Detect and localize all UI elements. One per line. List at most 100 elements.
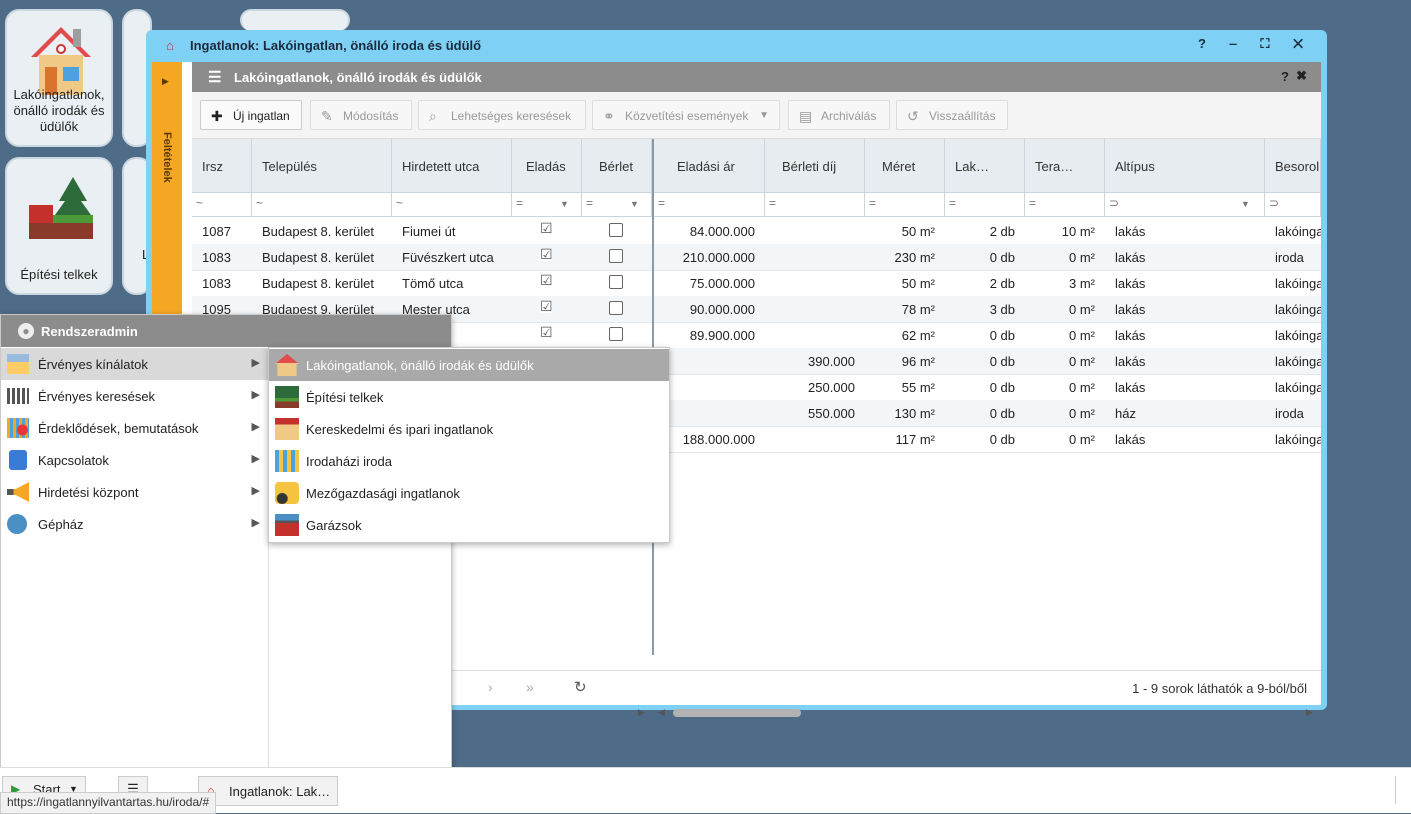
new-property-button[interactable]: ✚ Új ingatlan xyxy=(200,100,302,130)
scroll-left-icon[interactable]: ◀ xyxy=(658,707,665,718)
filter-lak[interactable]: = xyxy=(945,193,1025,217)
menu-item-kapcsolatok[interactable]: Kapcsolatok ▶ xyxy=(1,444,268,476)
checkbox-checked[interactable]: ☑ xyxy=(540,221,553,235)
filter-besorol[interactable]: ⊃ xyxy=(1265,193,1321,217)
filter-utca[interactable]: ~ xyxy=(392,193,512,217)
edit-button[interactable]: ✎ Módosítás xyxy=(310,100,412,130)
handshake-icon: ⚭ xyxy=(603,108,615,124)
table-cell-altipus: lakás xyxy=(1115,276,1146,291)
table-cell-meret: 62 m² xyxy=(901,328,935,343)
desktop-icon-epitesi-telkek[interactable]: Építési telkek xyxy=(5,157,113,295)
submenu-item-garazsok[interactable]: Garázsok xyxy=(269,509,669,541)
brokerage-events-button[interactable]: ⚭ Közvetítési események ▼ xyxy=(592,100,780,130)
chevron-right-icon: ▶ xyxy=(251,421,260,433)
table-cell-tera: 0 m² xyxy=(1069,432,1095,447)
menu-item-ervenyes-keresesek[interactable]: Érvényes keresések ▶ xyxy=(1,380,268,412)
desktop-icon-lakoingatlanok[interactable]: Lakóingatlanok, önálló irodák és üdülők xyxy=(5,9,113,147)
archive-button[interactable]: ▤ Archiválás xyxy=(788,100,890,130)
tools-icon[interactable]: ✖ xyxy=(1296,68,1307,84)
filter-eladasi-ar[interactable]: = xyxy=(654,193,765,217)
table-row[interactable]: 1087 Budapest 8. kerület Fiumei út 84.000.0… xyxy=(192,218,1321,245)
column-header-altipus[interactable]: Altípus xyxy=(1105,139,1265,193)
menu-item-gephaz[interactable]: Gépház ▶ xyxy=(1,508,268,540)
last-page-icon[interactable]: » xyxy=(526,679,534,695)
help-icon[interactable]: ? xyxy=(1281,69,1289,84)
filter-symbol: = xyxy=(1029,196,1037,210)
column-header-eladas[interactable]: Eladás xyxy=(512,139,582,193)
filter-telepules[interactable]: ~ xyxy=(252,193,392,217)
submenu-item-label: Kereskedelmi és ipari ingatlanok xyxy=(306,422,494,437)
horizontal-scrollbar-thumb[interactable] xyxy=(673,709,801,717)
header-label: Település xyxy=(262,159,317,174)
column-header-meret[interactable]: Méret xyxy=(865,139,945,193)
checkbox-checked[interactable]: ☑ xyxy=(540,325,553,339)
submenu-item-mezogazdasagi[interactable]: Mezőgazdasági ingatlanok xyxy=(269,477,669,509)
refresh-icon[interactable]: ↻ xyxy=(574,678,587,696)
filter-tera[interactable]: = xyxy=(1025,193,1105,217)
chevron-right-icon: ▶ xyxy=(251,517,260,529)
chevron-down-icon: ▼ xyxy=(759,110,769,121)
column-header-berlet[interactable]: Bérlet xyxy=(582,139,652,193)
table-cell-lak: 0 db xyxy=(989,328,1015,343)
window-controls[interactable]: ? ‒ ⛶ ✕ xyxy=(1198,36,1313,52)
submenu-item-lakoingatlanok[interactable]: Lakóingatlanok, önálló irodák és üdülők xyxy=(269,349,669,381)
table-cell-tera: 3 m² xyxy=(1069,276,1095,291)
table-cell-besorol: iroda xyxy=(1275,250,1304,265)
table-cell-meret: 78 m² xyxy=(901,302,935,317)
column-header-tera[interactable]: Tera… xyxy=(1025,139,1105,193)
possible-searches-button[interactable]: ⌕ Lehetséges keresések xyxy=(418,100,586,130)
search-icon: ⌕ xyxy=(429,108,437,124)
menu-item-hirdetesi-kozpont[interactable]: Hirdetési központ ▶ xyxy=(1,476,268,508)
checkbox-checked[interactable]: ☑ xyxy=(540,247,553,261)
office-building-icon xyxy=(275,450,299,472)
scroll-right-icon[interactable]: ▶ xyxy=(638,707,645,718)
column-header-utca[interactable]: Hirdetett utca xyxy=(392,139,512,193)
column-header-eladasi-ar[interactable]: Eladási ár xyxy=(654,139,765,193)
submenu-item-label: Mezőgazdasági ingatlanok xyxy=(306,486,460,501)
table-cell-lak: 2 db xyxy=(989,224,1015,239)
submenu-item-label: Irodaházi iroda xyxy=(306,454,392,469)
factory-icon xyxy=(275,418,299,440)
checkbox-unchecked[interactable] xyxy=(609,223,623,237)
menu-item-erdeklodesek[interactable]: Érdeklődések, bemutatások ▶ xyxy=(1,412,268,444)
column-header-besorol[interactable]: Besorol xyxy=(1265,139,1321,193)
table-cell-tera: 0 m² xyxy=(1069,302,1095,317)
table-cell-meret: 96 m² xyxy=(901,354,935,369)
scroll-right-icon[interactable]: ▶ xyxy=(1306,707,1313,718)
filter-berleti-dij[interactable]: = xyxy=(765,193,865,217)
submenu-item-epitesi-telkek[interactable]: Építési telkek xyxy=(269,381,669,413)
checkbox-checked[interactable]: ☑ xyxy=(540,299,553,313)
checkbox-unchecked[interactable] xyxy=(609,301,623,315)
filter-berlet[interactable]: = ▼ xyxy=(582,193,652,217)
filter-altipus[interactable]: ⊃ ▼ xyxy=(1105,193,1265,217)
chevron-down-icon: ▼ xyxy=(560,199,569,209)
column-header-telepules[interactable]: Település xyxy=(252,139,392,193)
column-header-lak[interactable]: Lak… xyxy=(945,139,1025,193)
filter-irsz[interactable]: ~ xyxy=(192,193,252,217)
chevron-right-icon: ▶ xyxy=(251,389,260,401)
checkbox-unchecked[interactable] xyxy=(609,275,623,289)
checkbox-unchecked[interactable] xyxy=(609,327,623,341)
menu-item-label: Hirdetési központ xyxy=(38,485,139,500)
checkbox-unchecked[interactable] xyxy=(609,249,623,263)
column-header-berleti-dij[interactable]: Bérleti díj xyxy=(765,139,865,193)
table-cell-altipus: lakás xyxy=(1115,354,1146,369)
filter-symbol: ~ xyxy=(396,196,404,210)
column-header-irsz[interactable]: Irsz xyxy=(192,139,252,193)
checkbox-checked[interactable]: ☑ xyxy=(540,273,553,287)
next-page-icon[interactable]: › xyxy=(488,679,493,695)
desktop-icon-partial[interactable] xyxy=(240,9,350,31)
table-row[interactable]: 1083 Budapest 8. kerület Tömő utca 75.000.0… xyxy=(192,270,1321,297)
conditions-tab-label: Feltételek xyxy=(161,132,173,183)
table-cell-utca: Fiumei út xyxy=(402,224,456,239)
filter-symbol: = xyxy=(769,196,777,210)
submenu-item-kereskedelmi[interactable]: Kereskedelmi és ipari ingatlanok xyxy=(269,413,669,445)
submenu-item-irodahazi[interactable]: Irodaházi iroda xyxy=(269,445,669,477)
filter-eladas[interactable]: = ▼ xyxy=(512,193,582,217)
restore-label: Visszaállítás xyxy=(929,109,996,123)
table-row[interactable]: 1083 Budapest 8. kerület Füvészkert utca 21… xyxy=(192,244,1321,271)
menu-item-ervenyes-kinalatok[interactable]: Érvényes kínálatok ▶ xyxy=(1,348,268,380)
taskbar-window-button[interactable]: ⌂ Ingatlanok: Lak… xyxy=(198,776,338,806)
restore-button[interactable]: ↺ Visszaállítás xyxy=(896,100,1008,130)
filter-meret[interactable]: = xyxy=(865,193,945,217)
